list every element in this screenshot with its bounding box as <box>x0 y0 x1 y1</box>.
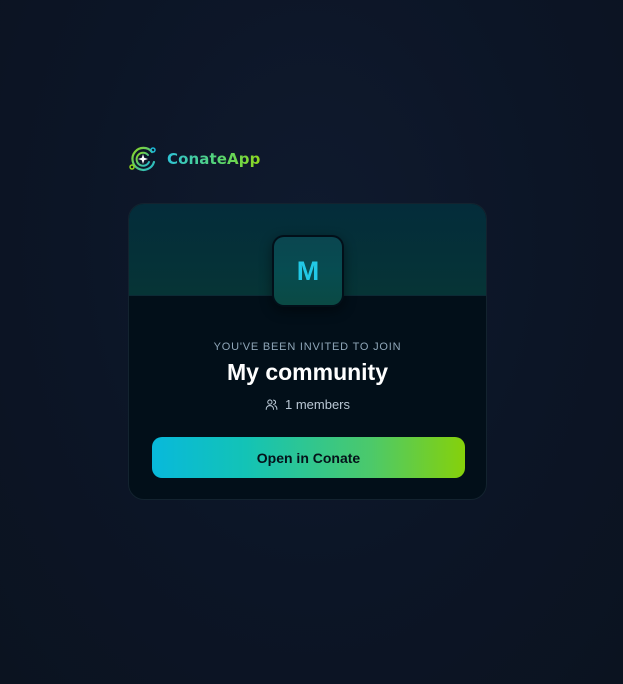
conate-logo-icon <box>129 146 156 171</box>
invite-card: M YOU'VE BEEN INVITED TO JOIN My communi… <box>128 203 487 500</box>
users-icon <box>265 399 278 410</box>
community-avatar-letter: M <box>296 255 320 286</box>
brand-header: ConateApp <box>127 143 260 175</box>
member-count-text: 1 members <box>284 397 351 412</box>
community-avatar: M <box>272 235 344 307</box>
member-count: 1 members <box>129 397 486 412</box>
open-in-conate-button[interactable]: Open in Conate <box>152 437 465 478</box>
community-avatar-tile: M <box>274 237 342 305</box>
brand-name: ConateApp <box>167 150 261 168</box>
invite-label: YOU'VE BEEN INVITED TO JOIN <box>213 341 402 353</box>
community-name: My community <box>226 359 389 385</box>
